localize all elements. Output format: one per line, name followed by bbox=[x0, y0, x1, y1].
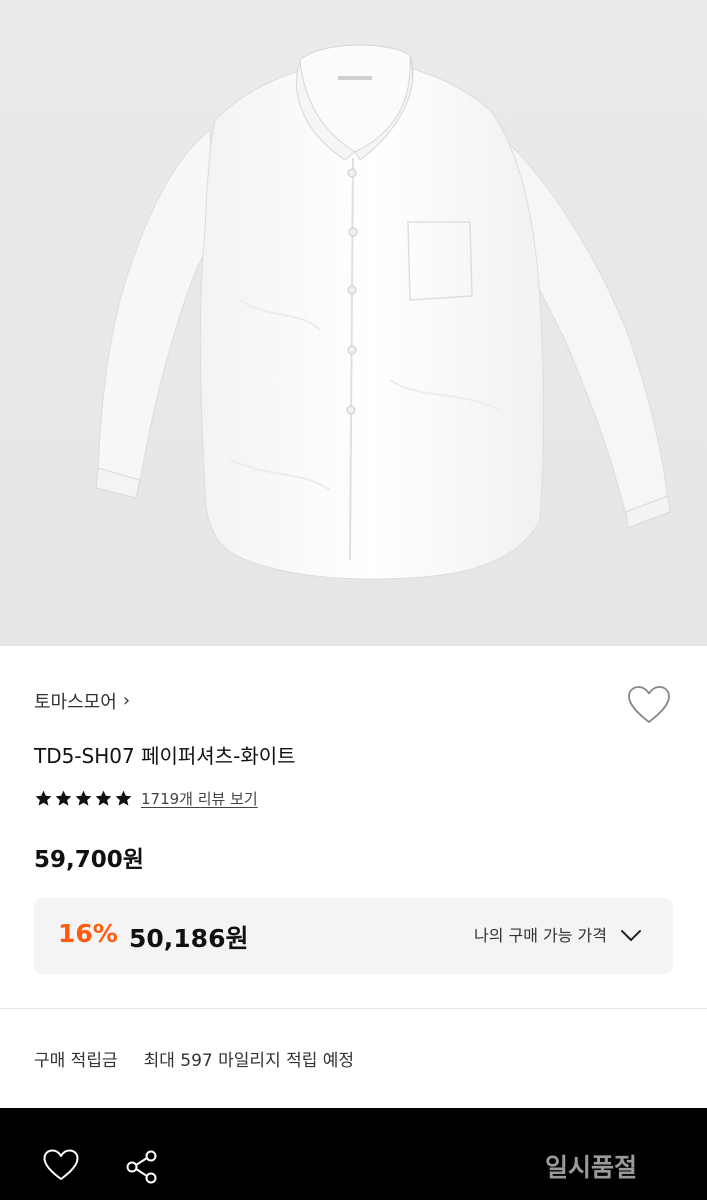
share-icon bbox=[126, 1150, 157, 1184]
review-link[interactable]: 1719개 리뷰 보기 bbox=[141, 788, 258, 809]
heart-icon bbox=[628, 686, 670, 723]
share-button[interactable] bbox=[124, 1148, 162, 1186]
my-price-label: 나의 구매 가능 가격 bbox=[473, 926, 607, 945]
mileage-value: 최대 597 마일리지 적립 예정 bbox=[143, 1051, 355, 1071]
discount-price: 50,186원 bbox=[129, 924, 249, 953]
product-image[interactable] bbox=[0, 0, 707, 646]
wishlist-button[interactable] bbox=[626, 684, 672, 726]
brand-link[interactable]: 토마스모어 › bbox=[34, 688, 130, 714]
chevron-right-icon: › bbox=[122, 690, 131, 711]
star-icon bbox=[75, 790, 92, 806]
rating-stars bbox=[34, 789, 133, 808]
bottom-action-bar: 일시품절 bbox=[0, 1108, 707, 1200]
shirt-photo bbox=[0, 0, 707, 646]
mileage-row: 구매 적립금 최대 597 마일리지 적립 예정 bbox=[34, 1046, 354, 1071]
brand-name: 토마스모어 bbox=[34, 692, 117, 713]
section-divider bbox=[0, 1008, 707, 1009]
star-icon bbox=[115, 790, 132, 806]
mileage-label: 구매 적립금 bbox=[34, 1051, 118, 1071]
star-icon bbox=[35, 790, 52, 806]
star-icon bbox=[95, 790, 112, 806]
product-title: TD5-SH07 페이퍼셔츠-화이트 bbox=[34, 744, 296, 768]
rating-row: 1719개 리뷰 보기 bbox=[34, 788, 258, 809]
wishlist-bottom-button[interactable] bbox=[42, 1148, 80, 1182]
discount-box[interactable]: 16% 50,186원 나의 구매 가능 가격 bbox=[34, 898, 673, 974]
star-icon bbox=[55, 790, 72, 806]
chevron-down-icon[interactable] bbox=[619, 924, 643, 948]
discount-percent: 16% bbox=[58, 919, 118, 948]
sold-out-button[interactable]: 일시품절 bbox=[545, 1148, 637, 1184]
heart-icon bbox=[43, 1149, 79, 1180]
original-price: 59,700원 bbox=[34, 847, 144, 873]
